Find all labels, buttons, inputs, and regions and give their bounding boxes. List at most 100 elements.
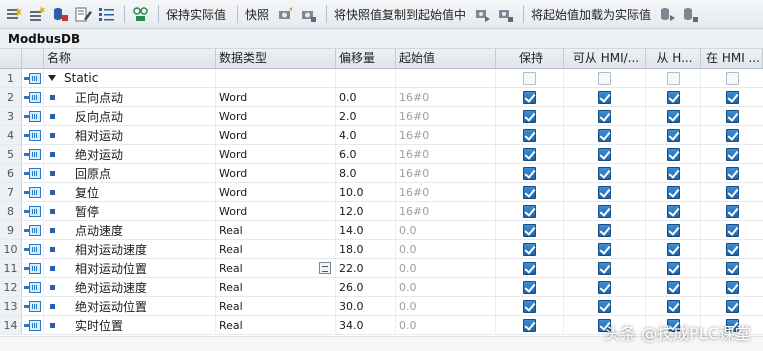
table-row[interactable]: 1 Static [0, 69, 763, 88]
name-cell[interactable]: 暂停 [44, 202, 216, 220]
header-offset[interactable]: 偏移量 [336, 49, 396, 68]
hmi-from-checkbox[interactable] [666, 261, 680, 275]
hmi-access-checkbox[interactable] [598, 128, 611, 142]
name-cell[interactable]: 实时位置 [44, 316, 216, 334]
retain-checkbox[interactable] [523, 90, 536, 104]
name-cell[interactable]: 复位 [44, 183, 216, 201]
header-data-type[interactable]: 数据类型 [216, 49, 336, 68]
name-cell[interactable]: 正向点动 [44, 88, 216, 106]
snapshot-camera-icon[interactable] [277, 6, 294, 23]
hmi-access-checkbox[interactable] [598, 166, 611, 180]
keep-actual-values-button[interactable]: 保持实际值 [166, 6, 226, 23]
name-cell[interactable]: 相对运动速度 [44, 240, 216, 258]
copy-snapshot-icon[interactable] [474, 6, 491, 23]
data-type-cell[interactable]: Word [216, 183, 336, 201]
retain-checkbox[interactable] [523, 223, 536, 237]
data-type-cell[interactable]: Word [216, 107, 336, 125]
hmi-in-checkbox[interactable] [725, 280, 739, 294]
data-type-cell[interactable]: Word [216, 88, 336, 106]
snapshot-compare-icon[interactable] [300, 6, 317, 23]
start-value-cell[interactable]: 0.0 [396, 221, 496, 239]
start-value-cell[interactable]: 16#0 [396, 164, 496, 182]
start-value-cell[interactable]: 16#0 [396, 88, 496, 106]
name-cell[interactable]: Static [44, 69, 216, 87]
hmi-in-checkbox[interactable] [725, 147, 739, 161]
start-value-cell[interactable]: 0.0 [396, 316, 496, 334]
table-row[interactable]: 7 复位 Word 10.0 16#0 [0, 183, 763, 202]
retain-checkbox[interactable] [523, 166, 536, 180]
retain-checkbox[interactable] [523, 204, 536, 218]
hmi-from-checkbox[interactable] [666, 204, 680, 218]
table-row[interactable]: 13 绝对运动位置 Real 30.0 0.0 [0, 297, 763, 316]
hmi-from-checkbox[interactable] [666, 166, 680, 180]
start-value-cell[interactable]: 0.0 [396, 278, 496, 296]
type-browse-icon[interactable] [319, 262, 331, 274]
start-value-cell[interactable]: 16#0 [396, 145, 496, 163]
data-type-cell[interactable]: Real [216, 259, 336, 277]
hmi-in-checkbox[interactable] [725, 242, 739, 256]
name-cell[interactable]: 绝对运动位置 [44, 297, 216, 315]
table-row[interactable]: 4 相对运动 Word 4.0 16#0 [0, 126, 763, 145]
start-value-cell[interactable]: 16#0 [396, 183, 496, 201]
start-value-cell[interactable]: 0.0 [396, 259, 496, 277]
data-type-cell[interactable]: Word [216, 164, 336, 182]
table-row[interactable]: 9 点动速度 Real 14.0 0.0 [0, 221, 763, 240]
header-hmi-in[interactable]: 在 HMI ... [701, 49, 763, 68]
data-type-cell[interactable]: Word [216, 145, 336, 163]
data-type-cell[interactable]: Real [216, 316, 336, 334]
name-cell[interactable]: 点动速度 [44, 221, 216, 239]
table-row[interactable]: 3 反向点动 Word 2.0 16#0 [0, 107, 763, 126]
name-cell[interactable]: 反向点动 [44, 107, 216, 125]
table-row[interactable]: 5 绝对运动 Word 6.0 16#0 [0, 145, 763, 164]
hmi-access-checkbox[interactable] [598, 90, 611, 104]
hmi-from-checkbox[interactable] [666, 299, 680, 313]
retain-checkbox[interactable] [523, 242, 536, 256]
header-retain[interactable]: 保持 [496, 49, 564, 68]
snapshot-button[interactable]: 快照 [245, 6, 269, 23]
header-name[interactable]: 名称 [44, 49, 216, 68]
hmi-in-checkbox[interactable] [725, 204, 739, 218]
hmi-access-checkbox[interactable] [598, 147, 611, 161]
retain-checkbox[interactable] [523, 109, 536, 123]
retain-checkbox[interactable] [523, 185, 536, 199]
data-type-cell[interactable]: Real [216, 297, 336, 315]
hmi-in-checkbox[interactable] [725, 109, 739, 123]
start-value-cell[interactable]: 0.0 [396, 240, 496, 258]
hmi-in-checkbox[interactable] [725, 261, 739, 275]
add-row-icon[interactable] [29, 5, 46, 23]
snapshot-db-icon[interactable] [52, 6, 69, 23]
hmi-access-checkbox[interactable] [598, 280, 611, 294]
hmi-in-checkbox[interactable] [725, 299, 739, 313]
name-cell[interactable]: 绝对运动 [44, 145, 216, 163]
table-row[interactable]: 11 相对运动位置 Real 22.0 0.0 [0, 259, 763, 278]
name-cell[interactable]: 相对运动 [44, 126, 216, 144]
load-db-icon[interactable] [659, 6, 676, 23]
hmi-in-checkbox[interactable] [725, 128, 739, 142]
hmi-from-checkbox[interactable] [666, 90, 680, 104]
hmi-access-checkbox[interactable] [598, 71, 611, 85]
table-row[interactable]: 6 回原点 Word 8.0 16#0 [0, 164, 763, 183]
retain-checkbox[interactable] [523, 128, 536, 142]
hmi-from-checkbox[interactable] [666, 128, 680, 142]
table-row[interactable]: 12 绝对运动速度 Real 26.0 0.0 [0, 278, 763, 297]
table-row[interactable]: 10 相对运动速度 Real 18.0 0.0 [0, 240, 763, 259]
load-start-as-actual-button[interactable]: 将起始值加载为实际值 [531, 6, 651, 23]
data-type-cell[interactable]: Real [216, 240, 336, 258]
hmi-access-checkbox[interactable] [598, 261, 611, 275]
table-row[interactable]: 2 正向点动 Word 0.0 16#0 [0, 88, 763, 107]
hmi-from-checkbox[interactable] [666, 185, 680, 199]
hmi-access-checkbox[interactable] [598, 185, 611, 199]
start-value-cell[interactable]: 0.0 [396, 297, 496, 315]
hmi-in-checkbox[interactable] [725, 166, 739, 180]
data-type-cell[interactable]: Real [216, 221, 336, 239]
retain-checkbox[interactable] [523, 318, 536, 332]
hmi-in-checkbox[interactable] [725, 185, 739, 199]
hmi-from-checkbox[interactable] [666, 280, 680, 294]
hmi-from-checkbox[interactable] [666, 109, 680, 123]
table-row[interactable]: 8 暂停 Word 12.0 16#0 [0, 202, 763, 221]
name-cell[interactable]: 相对运动位置 [44, 259, 216, 277]
header-hmi-access[interactable]: 可从 HMI/... [564, 49, 646, 68]
data-type-cell[interactable]: Word [216, 126, 336, 144]
hmi-in-checkbox[interactable] [725, 223, 739, 237]
start-value-cell[interactable] [396, 69, 496, 87]
